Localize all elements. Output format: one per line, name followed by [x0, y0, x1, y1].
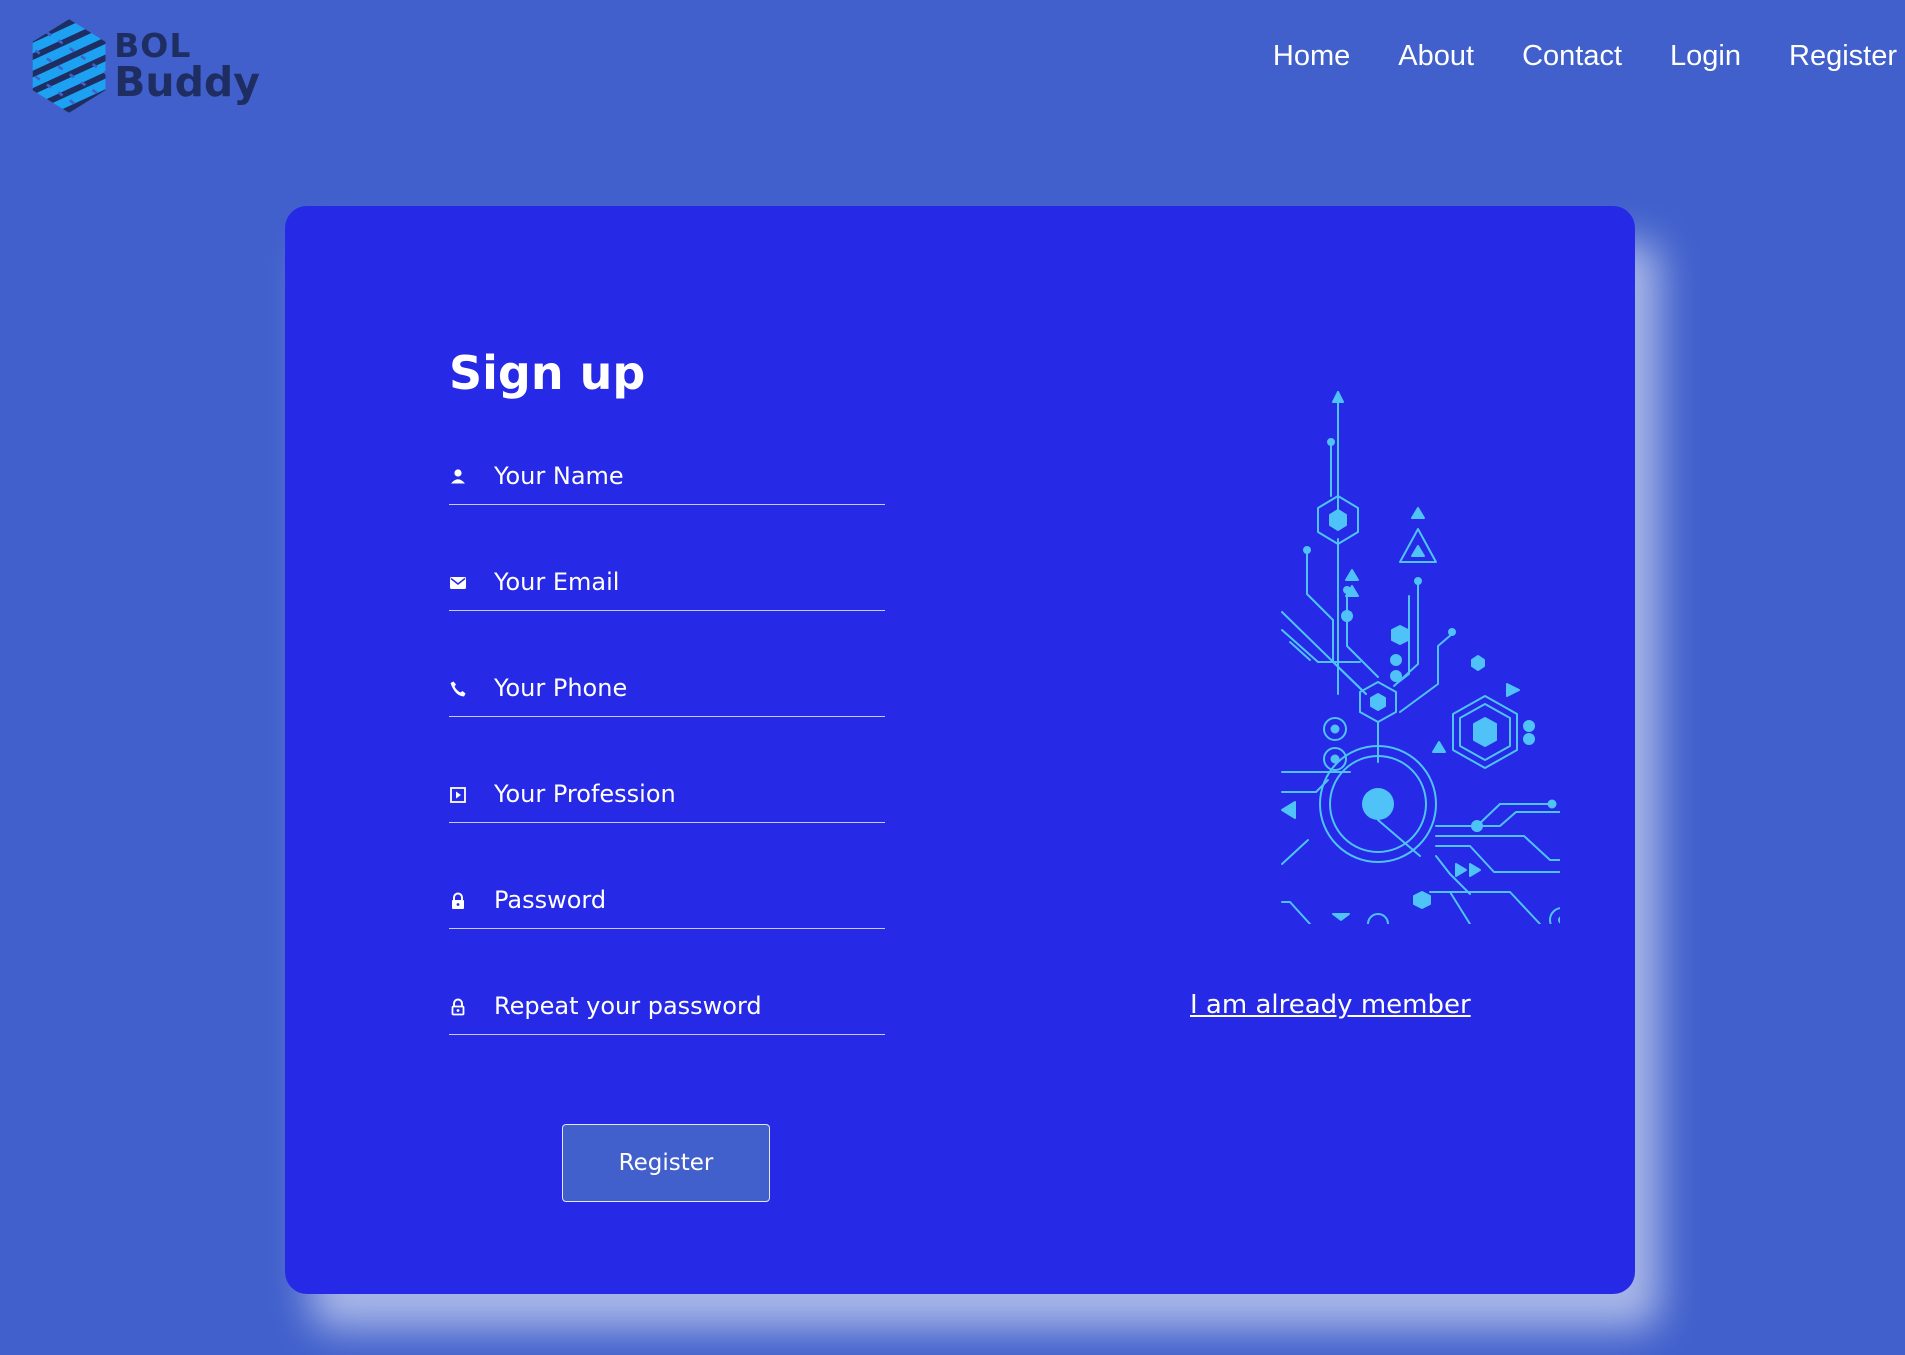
lock-icon [452, 892, 464, 909]
profession-input[interactable] [494, 776, 874, 812]
main-nav: Home About Contact Login Register [1225, 40, 1897, 73]
logo-hexagon-icon [32, 18, 106, 113]
nav-about[interactable]: About [1398, 40, 1474, 73]
already-member-link[interactable]: I am already member [1190, 990, 1471, 1020]
phone-field [449, 664, 885, 717]
name-field [449, 452, 885, 505]
user-icon [451, 469, 465, 484]
name-input[interactable] [494, 458, 874, 494]
profession-field [449, 770, 885, 823]
password-input[interactable] [494, 882, 874, 918]
nav-register[interactable]: Register [1789, 40, 1897, 73]
brand-logo[interactable]: BOL Buddy [30, 8, 260, 123]
repeat-password-field [449, 982, 885, 1035]
page-title: Sign up [449, 346, 646, 400]
lock-outline-icon [451, 998, 465, 1016]
brand-line1: BOL [114, 25, 192, 65]
register-button[interactable]: Register [562, 1124, 770, 1202]
nav-home[interactable]: Home [1273, 40, 1350, 73]
nav-login[interactable]: Login [1670, 40, 1741, 73]
phone-input[interactable] [494, 670, 874, 706]
nav-contact[interactable]: Contact [1522, 40, 1622, 73]
profession-icon [450, 787, 466, 803]
brand-line2: Buddy [114, 57, 260, 106]
email-field [449, 558, 885, 611]
phone-icon [450, 681, 466, 697]
circuit-illustration [1281, 391, 1560, 924]
password-field [449, 876, 885, 929]
repeat-password-input[interactable] [494, 988, 874, 1024]
envelope-icon [450, 577, 466, 589]
brand-name: BOL Buddy [114, 29, 260, 103]
signup-card: Sign up Register [285, 206, 1635, 1294]
email-input[interactable] [494, 564, 874, 600]
